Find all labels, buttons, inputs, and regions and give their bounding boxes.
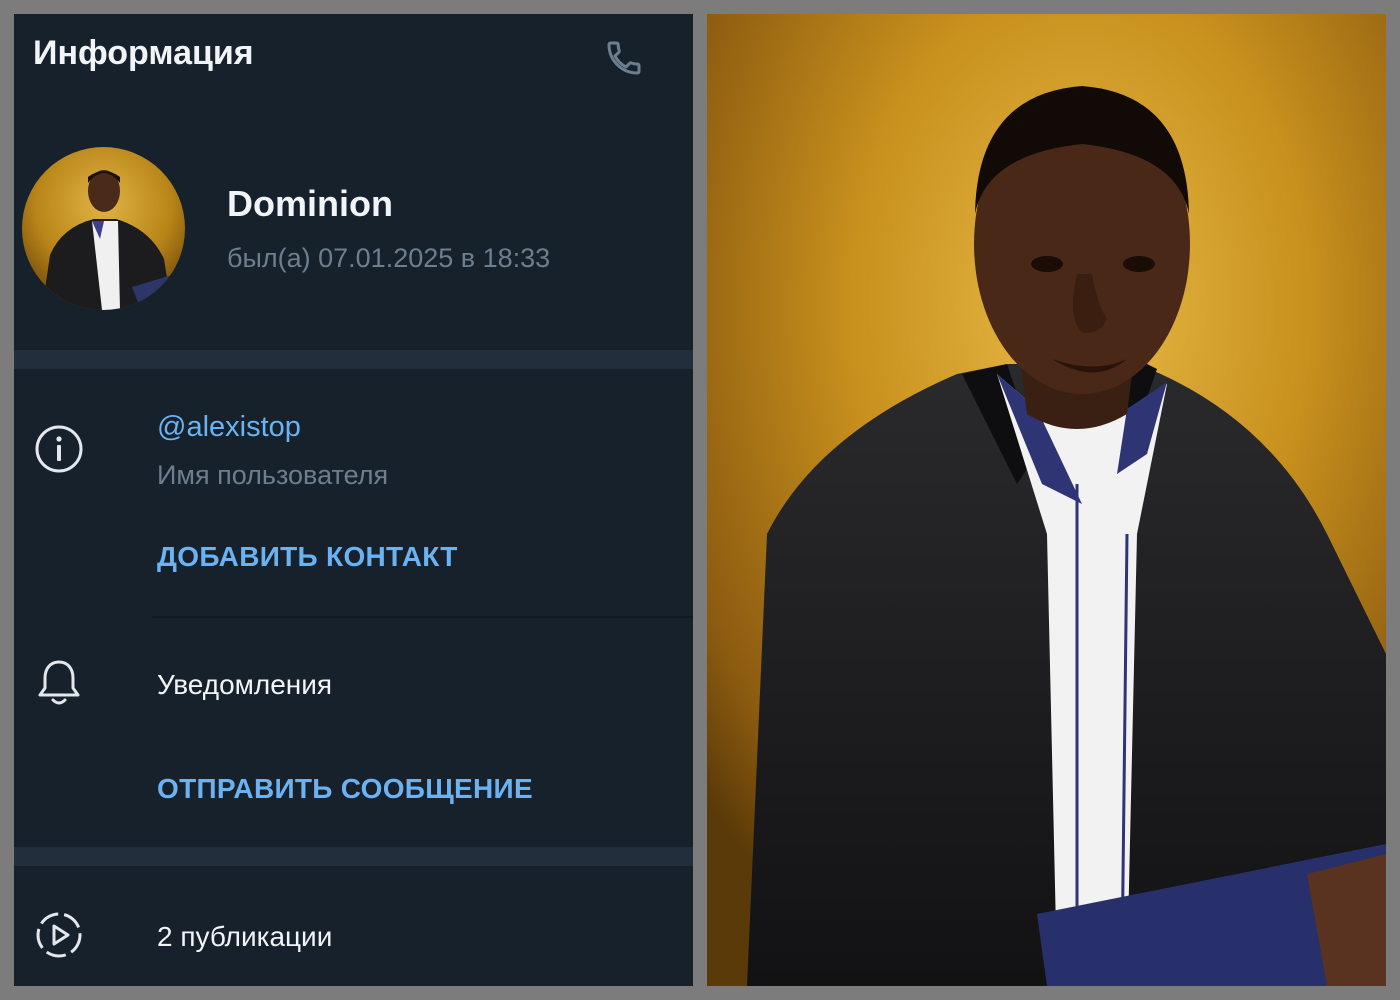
avatar[interactable] (22, 147, 185, 310)
info-icon (31, 421, 87, 477)
profile-photo-large (707, 14, 1386, 986)
username-caption: Имя пользователя (157, 460, 389, 490)
profile-name: Dominion (227, 183, 393, 224)
stories-play-icon (31, 907, 87, 963)
bell-icon (31, 654, 87, 710)
phone-icon (607, 41, 641, 75)
stories-row[interactable]: 2 публикации (157, 921, 332, 953)
add-contact-button[interactable]: ДОБАВИТЬ КОНТАКТ (157, 541, 458, 573)
username-link[interactable]: @alexistop (157, 411, 301, 444)
section-divider (14, 847, 693, 866)
last-seen-status: был(а) 07.01.2025 в 18:33 (227, 243, 551, 273)
row-divider (152, 616, 693, 618)
page-title: Информация (33, 34, 254, 72)
section-divider (14, 350, 693, 369)
call-button[interactable] (602, 36, 646, 80)
send-message-button[interactable]: ОТПРАВИТЬ СООБЩЕНИЕ (157, 773, 533, 805)
user-info-panel: Информация Dominion был(а) 07.01.2025 в … (14, 14, 693, 986)
notifications-row[interactable]: Уведомления (157, 669, 332, 701)
